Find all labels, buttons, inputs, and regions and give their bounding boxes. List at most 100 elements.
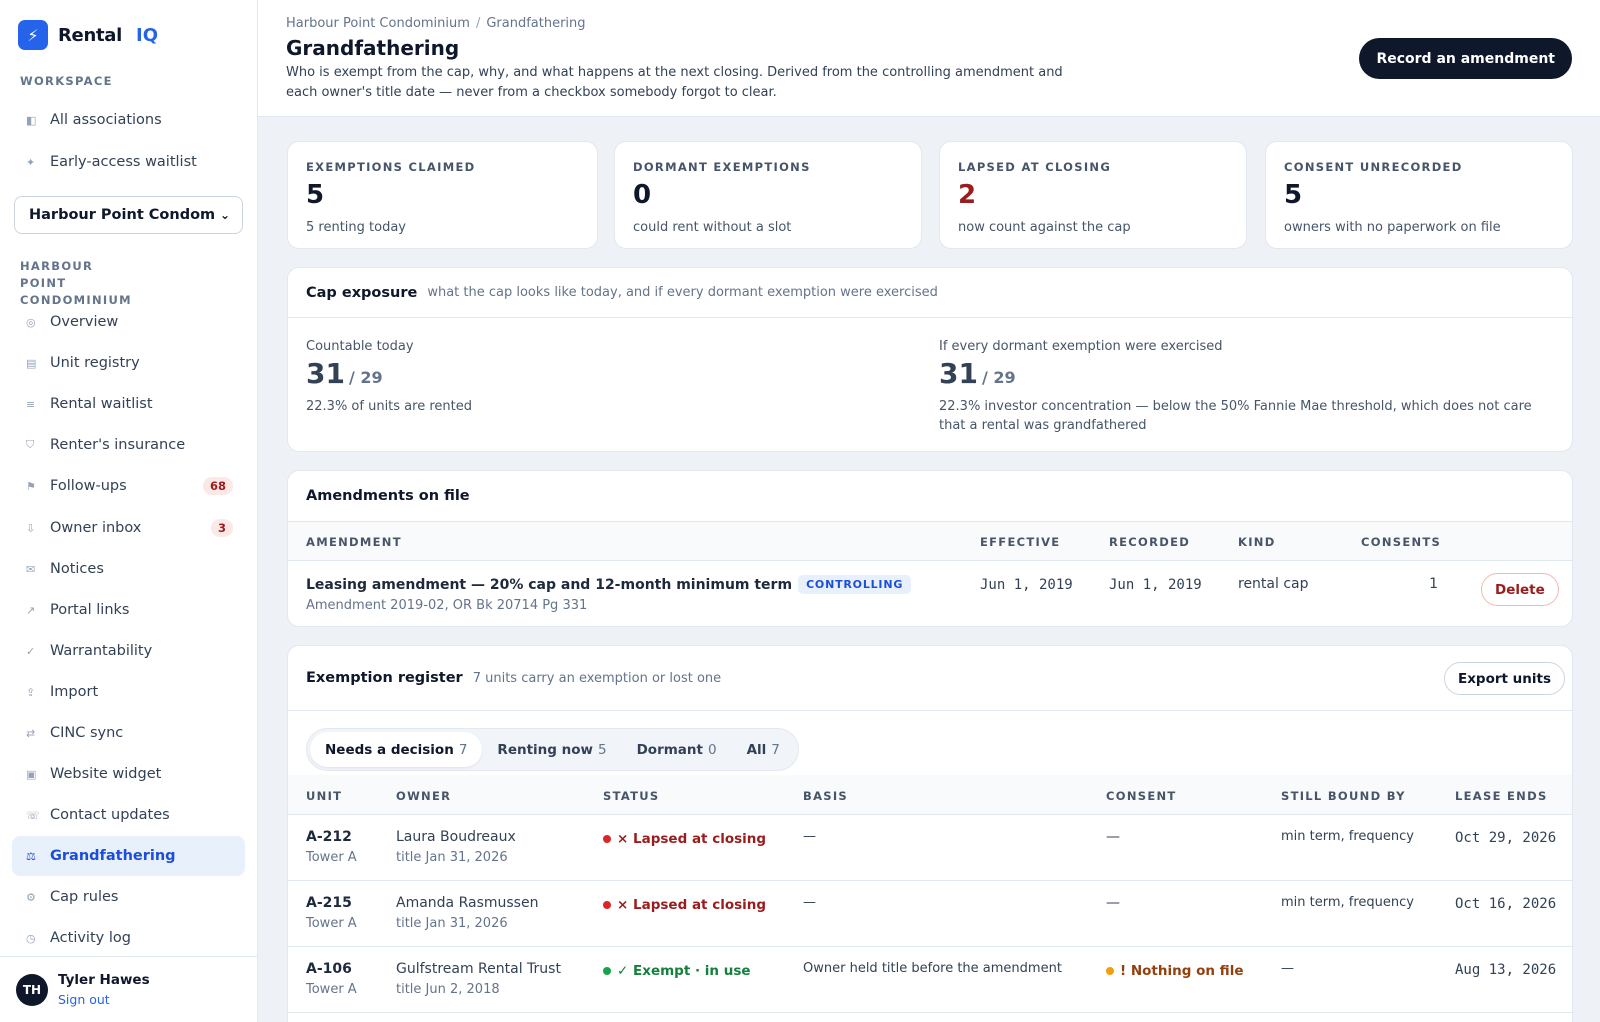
warning-dot-icon: [1106, 967, 1114, 975]
sidebar-item-notices[interactable]: ✉ Notices: [12, 549, 245, 589]
unit-number: A-212: [306, 829, 352, 845]
sidebar-item-contact-updates[interactable]: ☏ Contact updates: [12, 795, 245, 835]
unit-number: A-106: [306, 961, 352, 977]
amendment-name[interactable]: Leasing amendment — 20% cap and 12-month…: [306, 575, 912, 594]
clock-icon: ◷: [26, 931, 36, 945]
cap-exposure-card: Cap exposure what the cap looks like tod…: [287, 267, 1573, 452]
upload-icon: ⇪: [26, 685, 36, 699]
sidebar-item-label: All associations: [50, 112, 162, 128]
column-header: STATUS: [603, 789, 660, 803]
owner-name: Laura Boudreaux: [396, 829, 516, 845]
page-description: Who is exempt from the cap, why, and wha…: [286, 65, 1063, 100]
amendment-kind: rental cap: [1238, 576, 1309, 592]
sidebar-item-import[interactable]: ⇪ Import: [12, 672, 245, 712]
sidebar-item-unit-registry[interactable]: ▤ Unit registry: [12, 343, 245, 383]
column-header: EFFECTIVE: [980, 535, 1061, 549]
countable-today-note: 22.3% of units are rented: [306, 399, 472, 414]
sidebar-panel-icon: ◧: [26, 113, 37, 127]
countable-today-of: / 29: [348, 368, 383, 387]
sidebar-item-label: Warrantability: [50, 643, 153, 659]
chevron-down-icon: ⌄: [219, 208, 230, 222]
sidebar-item-website-widget[interactable]: ▣ Website widget: [12, 754, 245, 794]
breadcrumb-separator: /: [475, 16, 481, 31]
card-title: Exemption register: [306, 670, 463, 686]
tab-renting-now[interactable]: Renting now 5: [482, 732, 621, 767]
sidebar-item-label: Activity log: [50, 930, 131, 946]
sidebar-item-follow-ups[interactable]: ⚑ Follow-ups 68: [12, 466, 245, 506]
amendment-effective: Jun 1, 2019: [980, 577, 1073, 593]
column-header: CONSENT: [1106, 789, 1177, 803]
amendment-consents: 1: [1429, 576, 1438, 592]
consent-status: ! Nothing on file: [1106, 963, 1243, 979]
delete-amendment-button[interactable]: Delete: [1481, 573, 1559, 606]
tab-count: 7: [458, 741, 468, 758]
exemption-basis: —: [803, 829, 816, 844]
sidebar-item-grandfathering[interactable]: ⚖ Grandfathering: [12, 836, 245, 876]
status-text: × Lapsed at closing: [617, 897, 767, 913]
stat-label: EXEMPTIONS CLAIMED: [306, 160, 476, 174]
status-badge: × Lapsed at closing: [603, 831, 766, 847]
lease-end-date: Oct 29, 2026: [1455, 830, 1557, 846]
sidebar-item-owner-inbox[interactable]: ⇩ Owner inbox 3: [12, 508, 245, 548]
status-text: ✓ Exempt · in use: [617, 963, 751, 979]
tab-all[interactable]: All 7: [732, 732, 795, 767]
sidebar-item-label: Notices: [50, 561, 104, 577]
stat-sub: now count against the cap: [958, 220, 1131, 235]
unit-number: A-215: [306, 895, 352, 911]
sidebar-item-label: Unit registry: [50, 355, 140, 371]
stat-sub: could rent without a slot: [633, 220, 792, 235]
card-title: Cap exposure: [306, 284, 418, 301]
record-amendment-button[interactable]: Record an amendment: [1359, 38, 1572, 79]
check-icon: ✓: [26, 644, 36, 658]
still-bound-by: —: [1281, 961, 1294, 976]
status-dot-icon: [603, 835, 611, 843]
sidebar-item-overview[interactable]: ◎ Overview: [12, 302, 245, 342]
sidebar-item-label: Import: [50, 684, 99, 700]
sidebar-item-activity-log[interactable]: ◷ Activity log: [12, 918, 245, 958]
brand-name: Rental: [58, 24, 123, 46]
owner-title-date: title Jun 2, 2018: [396, 982, 500, 997]
card-title: Amendments on file: [306, 488, 470, 504]
sidebar-item-renter-s-insurance[interactable]: ⛉ Renter's insurance: [12, 425, 245, 465]
tab-dormant[interactable]: Dormant 0: [622, 732, 732, 767]
sidebar-item-early-access-waitlist[interactable]: ✦ Early-access waitlist: [12, 142, 245, 182]
target-icon: ◎: [26, 315, 36, 329]
tab-label: Needs a decision: [325, 741, 454, 758]
sidebar-item-label: Rental waitlist: [50, 396, 153, 412]
tab-label: Renting now: [497, 741, 593, 758]
list-icon: ≡: [26, 397, 36, 411]
sidebar: ⚡ Rental IQ WORKSPACE ◧ All associations…: [0, 0, 258, 1022]
unit-building: Tower A: [306, 982, 357, 997]
consent-text: ! Nothing on file: [1120, 963, 1244, 979]
status-dot-icon: [603, 901, 611, 909]
user-box: TH Tyler Hawes Sign out: [0, 956, 257, 1022]
association-select[interactable]: Harbour Point Condominium ⌄: [14, 196, 243, 234]
column-header: RECORDED: [1109, 535, 1191, 549]
brand-suffix: IQ: [136, 24, 159, 46]
column-header: LEASE ENDS: [1455, 789, 1548, 803]
card-hint: 7 units carry an exemption or lost one: [472, 670, 722, 686]
sidebar-item-label: Early-access waitlist: [50, 154, 197, 170]
sidebar-item-cinc-sync[interactable]: ⇄ CINC sync: [12, 713, 245, 753]
sidebar-item-rental-waitlist[interactable]: ≡ Rental waitlist: [12, 384, 245, 424]
sign-out-link[interactable]: Sign out: [58, 992, 150, 1007]
breadcrumb-association[interactable]: Harbour Point Condominium: [286, 16, 470, 31]
column-header: CONSENTS: [1361, 535, 1442, 549]
status-dot-icon: [603, 967, 611, 975]
sidebar-item-all-associations[interactable]: ◧ All associations: [12, 100, 245, 140]
tab-label: Dormant: [636, 741, 703, 758]
sidebar-item-label: Renter's insurance: [50, 437, 186, 453]
stat-card-exemptions-claimed: EXEMPTIONS CLAIMED 5 5 renting today: [287, 141, 598, 249]
tab-needs-a-decision[interactable]: Needs a decision 7: [310, 732, 483, 767]
lease-end-date: Aug 13, 2026: [1455, 962, 1557, 978]
sidebar-item-warrantability[interactable]: ✓ Warrantability: [12, 631, 245, 671]
count-badge: 3: [210, 519, 233, 537]
export-units-button[interactable]: Export units: [1444, 662, 1566, 695]
breadcrumb: Harbour Point Condominium / Grandfathering: [286, 16, 586, 31]
tab-label: All: [746, 741, 767, 758]
dormant-exercised-label: If every dormant exemption were exercise…: [939, 339, 1223, 354]
sidebar-item-portal-links[interactable]: ↗ Portal links: [12, 590, 245, 630]
column-header: STILL BOUND BY: [1281, 789, 1406, 803]
sidebar-item-cap-rules[interactable]: ⚙ Cap rules: [12, 877, 245, 917]
brand[interactable]: ⚡ Rental IQ: [0, 0, 257, 70]
